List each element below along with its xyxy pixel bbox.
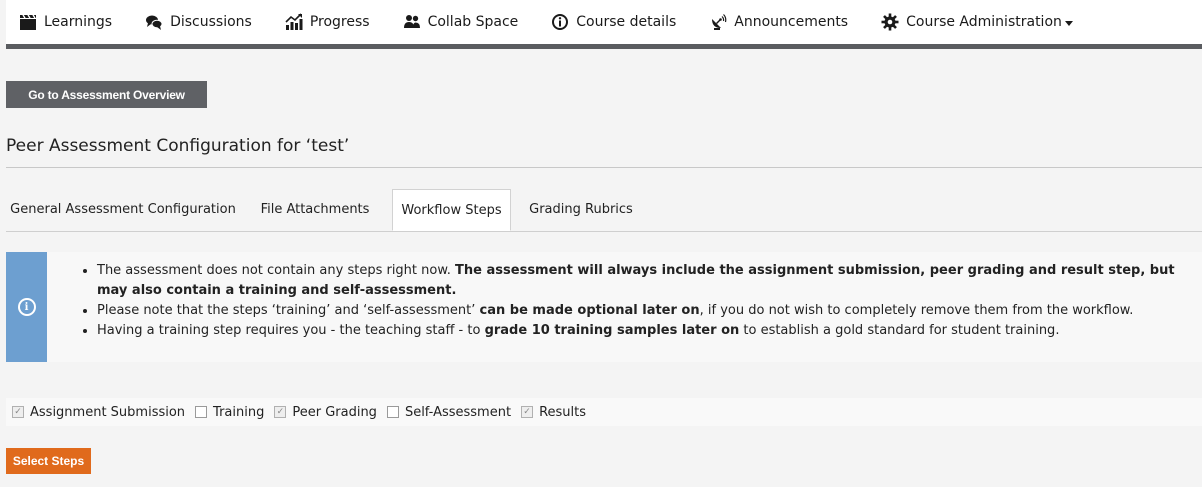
checkbox[interactable]: ✓ <box>521 406 534 418</box>
tab-file-attachments[interactable]: File Attachments <box>240 189 390 231</box>
step-results[interactable]: ✓ Results <box>521 405 586 420</box>
nav-item-discussions[interactable]: Discussions <box>128 0 268 44</box>
nav-label: Collab Space <box>427 14 519 30</box>
tabs-divider <box>6 231 1202 232</box>
progress-chart-icon <box>284 12 304 32</box>
checkbox-label: Self-Assessment <box>404 404 512 420</box>
nav-item-course-details[interactable]: Course details <box>534 0 692 44</box>
info-list-item: Having a training step requires you - th… <box>97 321 1197 341</box>
nav-item-progress[interactable]: Progress <box>268 0 386 44</box>
nav-label: Course details <box>576 14 677 30</box>
info-emphasis-text: can be made optional later on <box>479 303 700 318</box>
tab-bar: General Assessment Configuration File At… <box>6 189 1202 232</box>
info-text: Please note that the steps ‘training’ an… <box>97 303 480 318</box>
title-divider <box>6 167 1202 168</box>
info-circle-icon: i <box>17 298 36 316</box>
chat-bubbles-icon <box>144 12 164 32</box>
nav-label: Discussions <box>170 14 252 30</box>
nav-item-announcements[interactable]: Announcements <box>692 0 864 44</box>
workflow-steps-checkboxes: ✓ Assignment Submission Training ✓ Peer Grad… <box>6 398 1202 426</box>
step-training[interactable]: Training <box>195 405 264 420</box>
nav-label: Announcements <box>734 14 849 30</box>
nav-label: Course Administration <box>906 14 1062 30</box>
select-steps-button[interactable]: Select Steps <box>6 448 91 474</box>
info-list-item: The assessment does not contain any step… <box>97 261 1197 301</box>
checkbox-label: Peer Grading <box>292 404 377 420</box>
info-text: , if you do not wish to completely remov… <box>699 303 1134 318</box>
info-text: The assessment does not contain any step… <box>97 263 456 278</box>
checkbox-label: Training <box>213 404 265 420</box>
nav-item-course-administration[interactable]: Course Administration <box>864 0 1089 44</box>
nav-label: Learnings <box>44 14 113 30</box>
info-text: Having a training step requires you - th… <box>97 323 485 338</box>
nav-item-collab-space[interactable]: Collab Space <box>386 0 535 44</box>
tab-grading-rubrics[interactable]: Grading Rubrics <box>515 189 647 231</box>
gear-icon <box>880 12 900 32</box>
info-list-item: Please note that the steps ‘training’ an… <box>97 301 1197 321</box>
chevron-down-icon <box>1064 20 1073 26</box>
page-title: Peer Assessment Configuration for ‘test’ <box>6 136 350 156</box>
checkbox[interactable]: ✓ <box>274 406 287 418</box>
info-text: to establish a gold standard for student… <box>739 323 1060 338</box>
satellite-dish-icon <box>708 12 728 32</box>
checkbox[interactable] <box>195 406 208 418</box>
info-alert: i The assessment does not contain any st… <box>6 252 1202 362</box>
info-emphasis-text: grade 10 training samples later on <box>484 323 740 338</box>
clapperboard-icon <box>18 12 38 32</box>
info-icon <box>550 12 570 32</box>
checkbox-label: Results <box>539 404 587 420</box>
top-navigation: Learnings Discussions Progress Collab Sp… <box>6 0 1202 49</box>
info-alert-sidebar: i <box>6 252 47 362</box>
checkbox-label: Assignment Submission <box>30 404 186 420</box>
tab-workflow-steps[interactable]: Workflow Steps <box>392 189 511 231</box>
checkbox[interactable]: ✓ <box>12 406 24 418</box>
step-self-assessment[interactable]: Self-Assessment <box>386 404 512 420</box>
info-list: The assessment does not contain any step… <box>49 261 1197 341</box>
tab-general-assessment-configuration[interactable]: General Assessment Configuration <box>6 189 240 231</box>
nav-item-learnings[interactable]: Learnings <box>6 0 128 44</box>
step-assignment-submission[interactable]: ✓ Assignment Submission <box>12 405 185 420</box>
step-peer-grading[interactable]: ✓ Peer Grading <box>274 405 377 420</box>
nav-label: Progress <box>309 14 370 30</box>
checkbox[interactable] <box>386 406 399 418</box>
go-to-assessment-overview-button[interactable]: Go to Assessment Overview <box>6 81 207 108</box>
users-icon <box>402 12 422 32</box>
